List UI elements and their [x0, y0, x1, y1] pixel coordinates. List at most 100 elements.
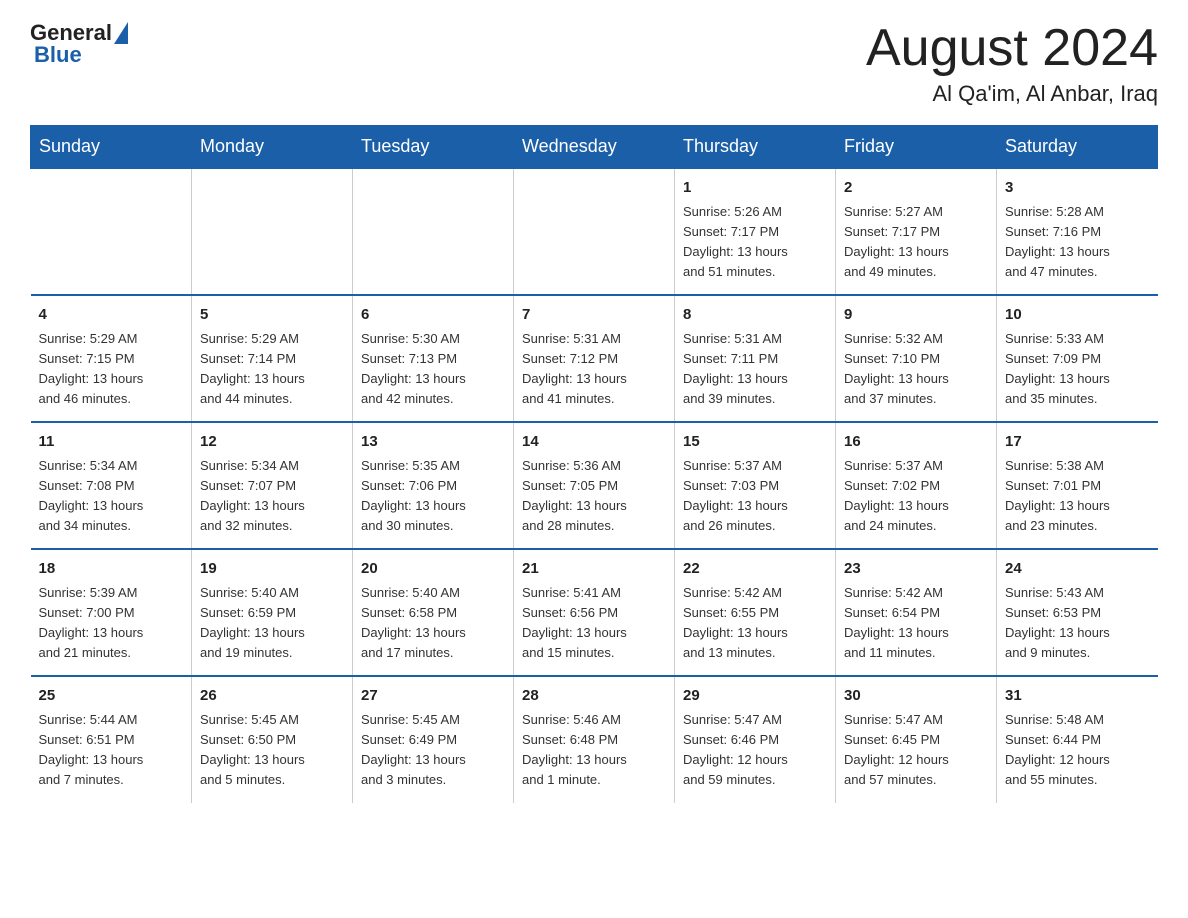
day-info: Sunrise: 5:26 AM Sunset: 7:17 PM Dayligh… — [683, 202, 827, 283]
calendar-cell — [353, 168, 514, 295]
calendar-cell: 2Sunrise: 5:27 AM Sunset: 7:17 PM Daylig… — [836, 168, 997, 295]
day-info: Sunrise: 5:30 AM Sunset: 7:13 PM Dayligh… — [361, 329, 505, 410]
calendar-cell: 14Sunrise: 5:36 AM Sunset: 7:05 PM Dayli… — [514, 422, 675, 549]
day-info: Sunrise: 5:48 AM Sunset: 6:44 PM Dayligh… — [1005, 710, 1150, 791]
calendar-header-row: SundayMondayTuesdayWednesdayThursdayFrid… — [31, 126, 1158, 169]
day-info: Sunrise: 5:32 AM Sunset: 7:10 PM Dayligh… — [844, 329, 988, 410]
logo-blue-text: Blue — [30, 42, 82, 68]
calendar-cell: 22Sunrise: 5:42 AM Sunset: 6:55 PM Dayli… — [675, 549, 836, 676]
day-number: 20 — [361, 558, 505, 581]
day-number: 18 — [39, 558, 184, 581]
day-info: Sunrise: 5:42 AM Sunset: 6:55 PM Dayligh… — [683, 583, 827, 664]
day-number: 30 — [844, 685, 988, 708]
calendar-cell: 5Sunrise: 5:29 AM Sunset: 7:14 PM Daylig… — [192, 295, 353, 422]
calendar-cell: 10Sunrise: 5:33 AM Sunset: 7:09 PM Dayli… — [997, 295, 1158, 422]
calendar-cell: 23Sunrise: 5:42 AM Sunset: 6:54 PM Dayli… — [836, 549, 997, 676]
day-number: 31 — [1005, 685, 1150, 708]
weekday-header-tuesday: Tuesday — [353, 126, 514, 169]
calendar-cell — [31, 168, 192, 295]
day-info: Sunrise: 5:31 AM Sunset: 7:12 PM Dayligh… — [522, 329, 666, 410]
day-number: 2 — [844, 177, 988, 200]
calendar-cell: 25Sunrise: 5:44 AM Sunset: 6:51 PM Dayli… — [31, 676, 192, 802]
calendar-cell: 7Sunrise: 5:31 AM Sunset: 7:12 PM Daylig… — [514, 295, 675, 422]
day-info: Sunrise: 5:35 AM Sunset: 7:06 PM Dayligh… — [361, 456, 505, 537]
calendar-cell: 17Sunrise: 5:38 AM Sunset: 7:01 PM Dayli… — [997, 422, 1158, 549]
page-subtitle: Al Qa'im, Al Anbar, Iraq — [866, 81, 1158, 107]
calendar-cell: 31Sunrise: 5:48 AM Sunset: 6:44 PM Dayli… — [997, 676, 1158, 802]
day-info: Sunrise: 5:43 AM Sunset: 6:53 PM Dayligh… — [1005, 583, 1150, 664]
calendar-cell: 13Sunrise: 5:35 AM Sunset: 7:06 PM Dayli… — [353, 422, 514, 549]
day-number: 7 — [522, 304, 666, 327]
calendar-cell: 15Sunrise: 5:37 AM Sunset: 7:03 PM Dayli… — [675, 422, 836, 549]
day-info: Sunrise: 5:38 AM Sunset: 7:01 PM Dayligh… — [1005, 456, 1150, 537]
weekday-header-monday: Monday — [192, 126, 353, 169]
calendar-cell: 12Sunrise: 5:34 AM Sunset: 7:07 PM Dayli… — [192, 422, 353, 549]
calendar-week-row: 25Sunrise: 5:44 AM Sunset: 6:51 PM Dayli… — [31, 676, 1158, 802]
calendar-cell: 1Sunrise: 5:26 AM Sunset: 7:17 PM Daylig… — [675, 168, 836, 295]
day-info: Sunrise: 5:44 AM Sunset: 6:51 PM Dayligh… — [39, 710, 184, 791]
day-number: 6 — [361, 304, 505, 327]
day-number: 15 — [683, 431, 827, 454]
calendar-week-row: 1Sunrise: 5:26 AM Sunset: 7:17 PM Daylig… — [31, 168, 1158, 295]
calendar-cell — [514, 168, 675, 295]
calendar-cell: 26Sunrise: 5:45 AM Sunset: 6:50 PM Dayli… — [192, 676, 353, 802]
calendar-cell: 6Sunrise: 5:30 AM Sunset: 7:13 PM Daylig… — [353, 295, 514, 422]
weekday-header-saturday: Saturday — [997, 126, 1158, 169]
title-block: August 2024 Al Qa'im, Al Anbar, Iraq — [866, 20, 1158, 107]
calendar-cell: 19Sunrise: 5:40 AM Sunset: 6:59 PM Dayli… — [192, 549, 353, 676]
weekday-header-thursday: Thursday — [675, 126, 836, 169]
day-number: 21 — [522, 558, 666, 581]
weekday-header-friday: Friday — [836, 126, 997, 169]
day-info: Sunrise: 5:27 AM Sunset: 7:17 PM Dayligh… — [844, 202, 988, 283]
calendar-cell: 16Sunrise: 5:37 AM Sunset: 7:02 PM Dayli… — [836, 422, 997, 549]
day-info: Sunrise: 5:40 AM Sunset: 6:58 PM Dayligh… — [361, 583, 505, 664]
calendar-cell: 24Sunrise: 5:43 AM Sunset: 6:53 PM Dayli… — [997, 549, 1158, 676]
weekday-header-sunday: Sunday — [31, 126, 192, 169]
day-number: 5 — [200, 304, 344, 327]
day-number: 16 — [844, 431, 988, 454]
logo: General Blue — [30, 20, 130, 68]
calendar-cell: 27Sunrise: 5:45 AM Sunset: 6:49 PM Dayli… — [353, 676, 514, 802]
day-info: Sunrise: 5:39 AM Sunset: 7:00 PM Dayligh… — [39, 583, 184, 664]
weekday-header-wednesday: Wednesday — [514, 126, 675, 169]
calendar-cell: 20Sunrise: 5:40 AM Sunset: 6:58 PM Dayli… — [353, 549, 514, 676]
day-number: 26 — [200, 685, 344, 708]
day-info: Sunrise: 5:45 AM Sunset: 6:49 PM Dayligh… — [361, 710, 505, 791]
day-number: 23 — [844, 558, 988, 581]
day-number: 22 — [683, 558, 827, 581]
day-info: Sunrise: 5:42 AM Sunset: 6:54 PM Dayligh… — [844, 583, 988, 664]
day-number: 8 — [683, 304, 827, 327]
day-number: 3 — [1005, 177, 1150, 200]
calendar-cell — [192, 168, 353, 295]
calendar-cell: 3Sunrise: 5:28 AM Sunset: 7:16 PM Daylig… — [997, 168, 1158, 295]
calendar-cell: 30Sunrise: 5:47 AM Sunset: 6:45 PM Dayli… — [836, 676, 997, 802]
day-number: 9 — [844, 304, 988, 327]
calendar-cell: 28Sunrise: 5:46 AM Sunset: 6:48 PM Dayli… — [514, 676, 675, 802]
day-number: 24 — [1005, 558, 1150, 581]
day-info: Sunrise: 5:46 AM Sunset: 6:48 PM Dayligh… — [522, 710, 666, 791]
day-number: 4 — [39, 304, 184, 327]
calendar-week-row: 11Sunrise: 5:34 AM Sunset: 7:08 PM Dayli… — [31, 422, 1158, 549]
day-info: Sunrise: 5:34 AM Sunset: 7:08 PM Dayligh… — [39, 456, 184, 537]
calendar-cell: 29Sunrise: 5:47 AM Sunset: 6:46 PM Dayli… — [675, 676, 836, 802]
day-number: 10 — [1005, 304, 1150, 327]
day-info: Sunrise: 5:47 AM Sunset: 6:45 PM Dayligh… — [844, 710, 988, 791]
day-number: 17 — [1005, 431, 1150, 454]
day-number: 11 — [39, 431, 184, 454]
day-info: Sunrise: 5:29 AM Sunset: 7:14 PM Dayligh… — [200, 329, 344, 410]
calendar-cell: 4Sunrise: 5:29 AM Sunset: 7:15 PM Daylig… — [31, 295, 192, 422]
day-info: Sunrise: 5:33 AM Sunset: 7:09 PM Dayligh… — [1005, 329, 1150, 410]
day-info: Sunrise: 5:47 AM Sunset: 6:46 PM Dayligh… — [683, 710, 827, 791]
day-info: Sunrise: 5:41 AM Sunset: 6:56 PM Dayligh… — [522, 583, 666, 664]
day-number: 12 — [200, 431, 344, 454]
calendar-cell: 18Sunrise: 5:39 AM Sunset: 7:00 PM Dayli… — [31, 549, 192, 676]
day-number: 19 — [200, 558, 344, 581]
calendar-week-row: 4Sunrise: 5:29 AM Sunset: 7:15 PM Daylig… — [31, 295, 1158, 422]
calendar-cell: 11Sunrise: 5:34 AM Sunset: 7:08 PM Dayli… — [31, 422, 192, 549]
calendar-cell: 21Sunrise: 5:41 AM Sunset: 6:56 PM Dayli… — [514, 549, 675, 676]
day-number: 27 — [361, 685, 505, 708]
day-info: Sunrise: 5:36 AM Sunset: 7:05 PM Dayligh… — [522, 456, 666, 537]
logo-triangle-icon — [114, 22, 128, 44]
calendar-cell: 9Sunrise: 5:32 AM Sunset: 7:10 PM Daylig… — [836, 295, 997, 422]
page-title: August 2024 — [866, 20, 1158, 77]
